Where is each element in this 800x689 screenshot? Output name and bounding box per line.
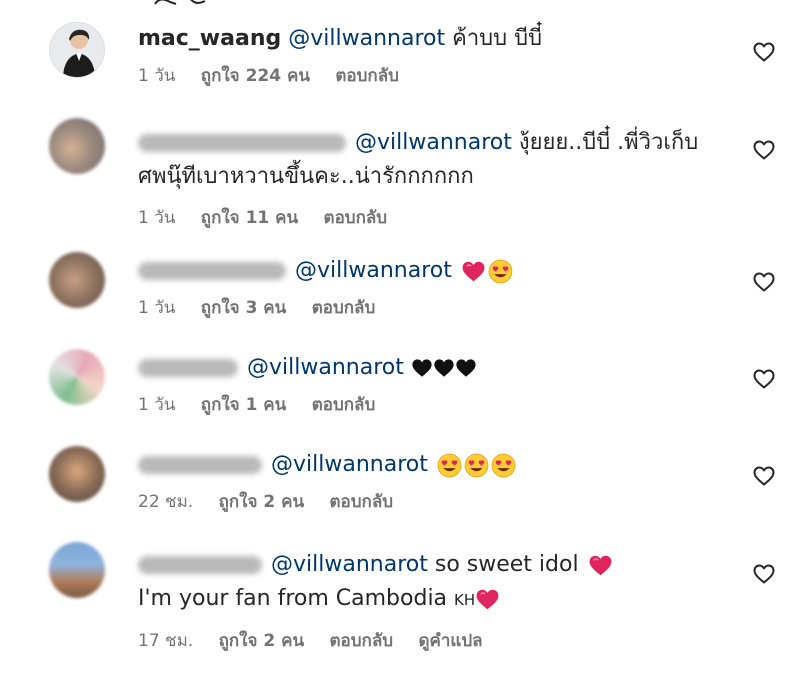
heart-eyes-emoji (464, 453, 489, 478)
comment-meta: 1 วัน ถูกใจ 1 คน ตอบกลับ (138, 391, 738, 417)
avatar[interactable] (49, 22, 105, 78)
comment-text: so sweet idol (434, 552, 579, 577)
comment-text-continued: ศพนุ๊ทีเบาหวานขึ้นคะ..น่ารักกกกกก (138, 164, 474, 189)
black-heart-emoji (455, 357, 477, 379)
comment-meta: 1 วัน ถูกใจ 11 คน ตอบกลับ (138, 204, 738, 230)
reply-button[interactable]: ตอบกลับ (330, 492, 394, 512)
comment-mention[interactable]: @villwannarot (271, 452, 428, 477)
black-heart-emoji (433, 357, 455, 379)
comment-meta: 22 ชม. ถูกใจ 2 คน ตอบกลับ (138, 488, 738, 514)
comment-time[interactable]: 17 ชม. (138, 631, 193, 651)
like-heart-icon[interactable] (752, 367, 776, 391)
black-heart-emoji (411, 357, 433, 379)
comment-mention[interactable]: @villwannarot (288, 26, 445, 51)
comment-likes[interactable]: ถูกใจ 2 คน (219, 631, 305, 651)
comment-mention[interactable]: @villwannarot (355, 130, 512, 155)
heart-eyes-emoji (488, 259, 513, 284)
comment-time[interactable]: 1 วัน (138, 298, 175, 318)
blurred-username (138, 556, 262, 574)
comment-time[interactable]: 1 วัน (138, 66, 175, 86)
like-heart-icon[interactable] (752, 464, 776, 488)
reply-button[interactable]: ตอบกลับ (330, 631, 394, 651)
reply-button[interactable]: ตอบกลับ (312, 298, 376, 318)
heart-eyes-emoji (491, 453, 516, 478)
blurred-username (138, 262, 286, 280)
previous-comment-fragment (0, 0, 800, 6)
comment-text: งุ้ยยย..บีบี๋ .พี่วิวเก็บ (518, 130, 699, 155)
comment-mention[interactable]: @villwannarot (295, 258, 452, 283)
comment-time[interactable]: 22 ชม. (138, 492, 193, 512)
like-heart-icon[interactable] (752, 562, 776, 586)
red-heart-emoji (588, 553, 613, 578)
red-heart-emoji (475, 587, 500, 612)
comment-meta: 1 วัน ถูกใจ 3 คน ตอบกลับ (138, 294, 738, 320)
comment-likes[interactable]: ถูกใจ 224 คน (201, 66, 310, 86)
like-heart-icon[interactable] (752, 40, 776, 64)
comment-likes[interactable]: ถูกใจ 3 คน (201, 298, 287, 318)
like-heart-icon[interactable] (752, 138, 776, 162)
see-translation-button[interactable]: ดูคำแปล (418, 631, 482, 651)
avatar[interactable] (49, 252, 105, 308)
heart-eyes-emoji (437, 453, 462, 478)
comment-mention[interactable]: @villwannarot (247, 355, 404, 380)
avatar[interactable] (49, 542, 105, 598)
avatar[interactable] (49, 118, 105, 174)
comment-time[interactable]: 1 วัน (138, 395, 175, 415)
blurred-username (138, 134, 346, 152)
flag-code: KH (454, 591, 476, 609)
comment-likes[interactable]: ถูกใจ 2 คน (219, 492, 305, 512)
blurred-username (138, 456, 262, 474)
reply-button[interactable]: ตอบกลับ (324, 208, 388, 228)
comment-mention[interactable]: @villwannarot (271, 552, 428, 577)
comment-username[interactable]: mac_waang (138, 26, 281, 51)
like-heart-icon[interactable] (752, 270, 776, 294)
comment-meta: 1 วัน ถูกใจ 224 คน ตอบกลับ (138, 62, 738, 88)
reply-button[interactable]: ตอบกลับ (335, 66, 399, 86)
comment-meta: 17 ชม. ถูกใจ 2 คน ตอบกลับ ดูคำแปล (138, 627, 738, 653)
comment-text: ค้าบบ บีบี๋ (452, 26, 543, 51)
blurred-username (138, 359, 238, 377)
comment-likes[interactable]: ถูกใจ 11 คน (201, 208, 298, 228)
red-heart-emoji (461, 259, 486, 284)
comment-time[interactable]: 1 วัน (138, 208, 175, 228)
avatar[interactable] (49, 349, 105, 405)
avatar[interactable] (49, 446, 105, 502)
comment-text-continued: I'm your fan from Cambodia (138, 586, 448, 611)
comment-likes[interactable]: ถูกใจ 1 คน (201, 395, 287, 415)
reply-button[interactable]: ตอบกลับ (312, 395, 376, 415)
